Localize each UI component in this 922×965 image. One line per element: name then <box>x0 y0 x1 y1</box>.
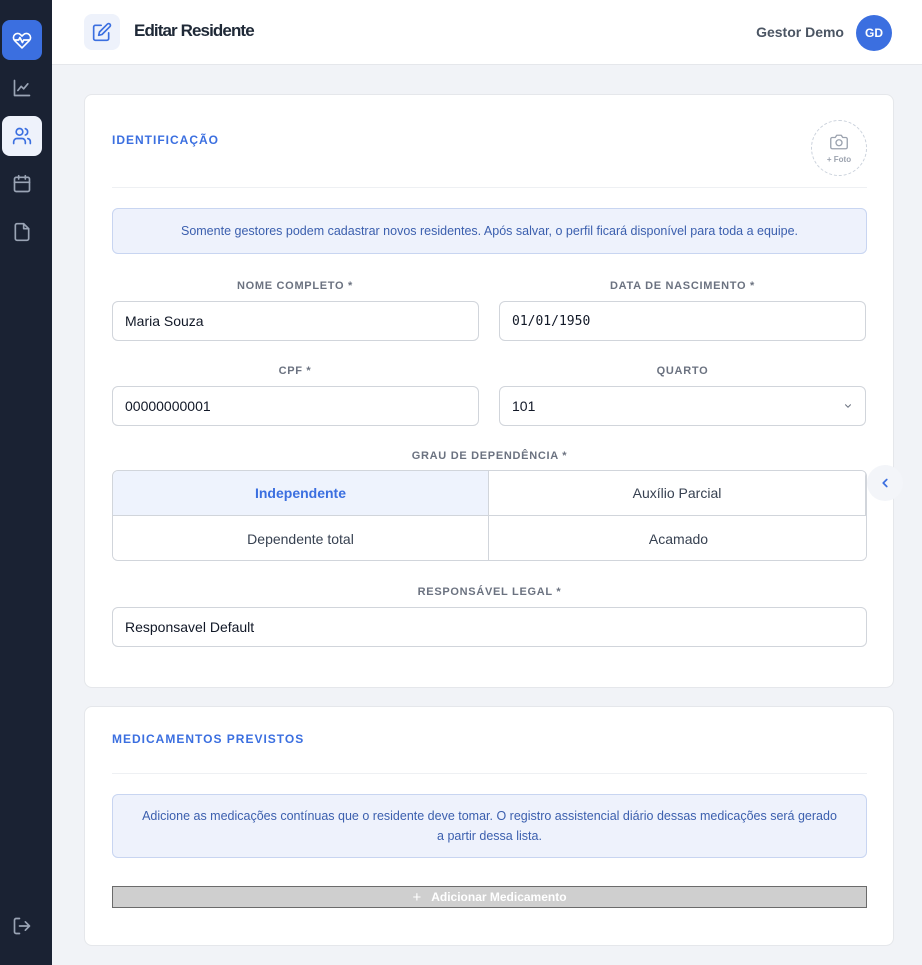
plus-icon: + <box>412 888 422 906</box>
users-icon <box>12 127 32 145</box>
dependency-option-acamado[interactable]: Acamado <box>489 516 866 560</box>
collapse-panel-button[interactable] <box>867 465 903 501</box>
full-name-label: NOME COMPLETO * <box>236 280 354 292</box>
user-name: Gestor Demo <box>756 24 844 40</box>
camera-icon <box>830 134 848 149</box>
sidebar-item-logout[interactable] <box>2 906 42 946</box>
top-bar: Editar Residente Gestor Demo GD <box>52 0 922 65</box>
birth-date-input[interactable]: 01/01/1950 <box>499 301 866 341</box>
sidebar-item-brand[interactable] <box>2 20 42 60</box>
dependency-label: GRAU DE DEPENDÊNCIA * <box>411 450 568 462</box>
calendar-icon <box>13 174 31 193</box>
add-medication-label: Adicionar Medicamento <box>431 890 567 904</box>
page-title: Editar Residente <box>134 21 255 40</box>
sidebar-item-dashboard[interactable] <box>2 68 42 108</box>
medications-section-title: MEDICAMENTOS PREVISTOS <box>112 732 305 746</box>
file-icon <box>14 222 30 242</box>
sidebar <box>0 0 52 965</box>
cpf-label: CPF * <box>278 365 312 377</box>
add-medication-button[interactable]: + Adicionar Medicamento <box>112 886 867 908</box>
dependency-option-dependente-total[interactable]: Dependente total <box>113 516 489 560</box>
edit-page-icon-box <box>84 14 120 50</box>
sidebar-item-documents[interactable] <box>2 212 42 252</box>
dependency-option-auxilio-parcial[interactable]: Auxílio Parcial <box>489 471 866 516</box>
identification-section-title: IDENTIFICAÇÃO <box>112 133 219 147</box>
sidebar-item-calendar[interactable] <box>2 164 42 204</box>
room-select[interactable]: 101 <box>499 386 866 426</box>
medications-card: MEDICAMENTOS PREVISTOS Adicione as medic… <box>84 706 894 946</box>
room-label: QUARTO <box>656 365 709 377</box>
identification-card: IDENTIFICAÇÃO + Foto Somente gestores po… <box>84 94 894 688</box>
chevron-down-icon <box>844 404 852 408</box>
section-divider <box>112 773 867 774</box>
edit-icon <box>92 22 112 42</box>
full-name-input[interactable]: Maria Souza <box>112 301 479 341</box>
heart-pulse-icon <box>12 32 32 49</box>
info-notice: Somente gestores podem cadastrar novos r… <box>112 208 867 254</box>
dependency-option-independente[interactable]: Independente <box>113 471 489 516</box>
guardian-input[interactable]: Responsavel Default <box>112 607 867 647</box>
cpf-input[interactable]: 00000000001 <box>112 386 479 426</box>
medications-notice: Adicione as medicações contínuas que o r… <box>112 794 867 858</box>
photo-label: + Foto <box>826 154 852 164</box>
photo-upload[interactable]: + Foto <box>811 120 867 176</box>
dependency-selector: Independente Auxílio Parcial Dependente … <box>112 470 867 561</box>
logout-icon <box>13 917 31 935</box>
chevron-left-icon <box>882 478 888 488</box>
avatar[interactable]: GD <box>856 15 892 51</box>
chart-line-icon <box>13 79 31 97</box>
room-select-value: 101 <box>512 398 536 414</box>
birth-date-label: DATA DE NASCIMENTO * <box>610 280 755 292</box>
section-divider <box>112 187 867 188</box>
guardian-label: RESPONSÁVEL LEGAL * <box>417 586 562 598</box>
sidebar-item-residents[interactable] <box>2 116 42 156</box>
